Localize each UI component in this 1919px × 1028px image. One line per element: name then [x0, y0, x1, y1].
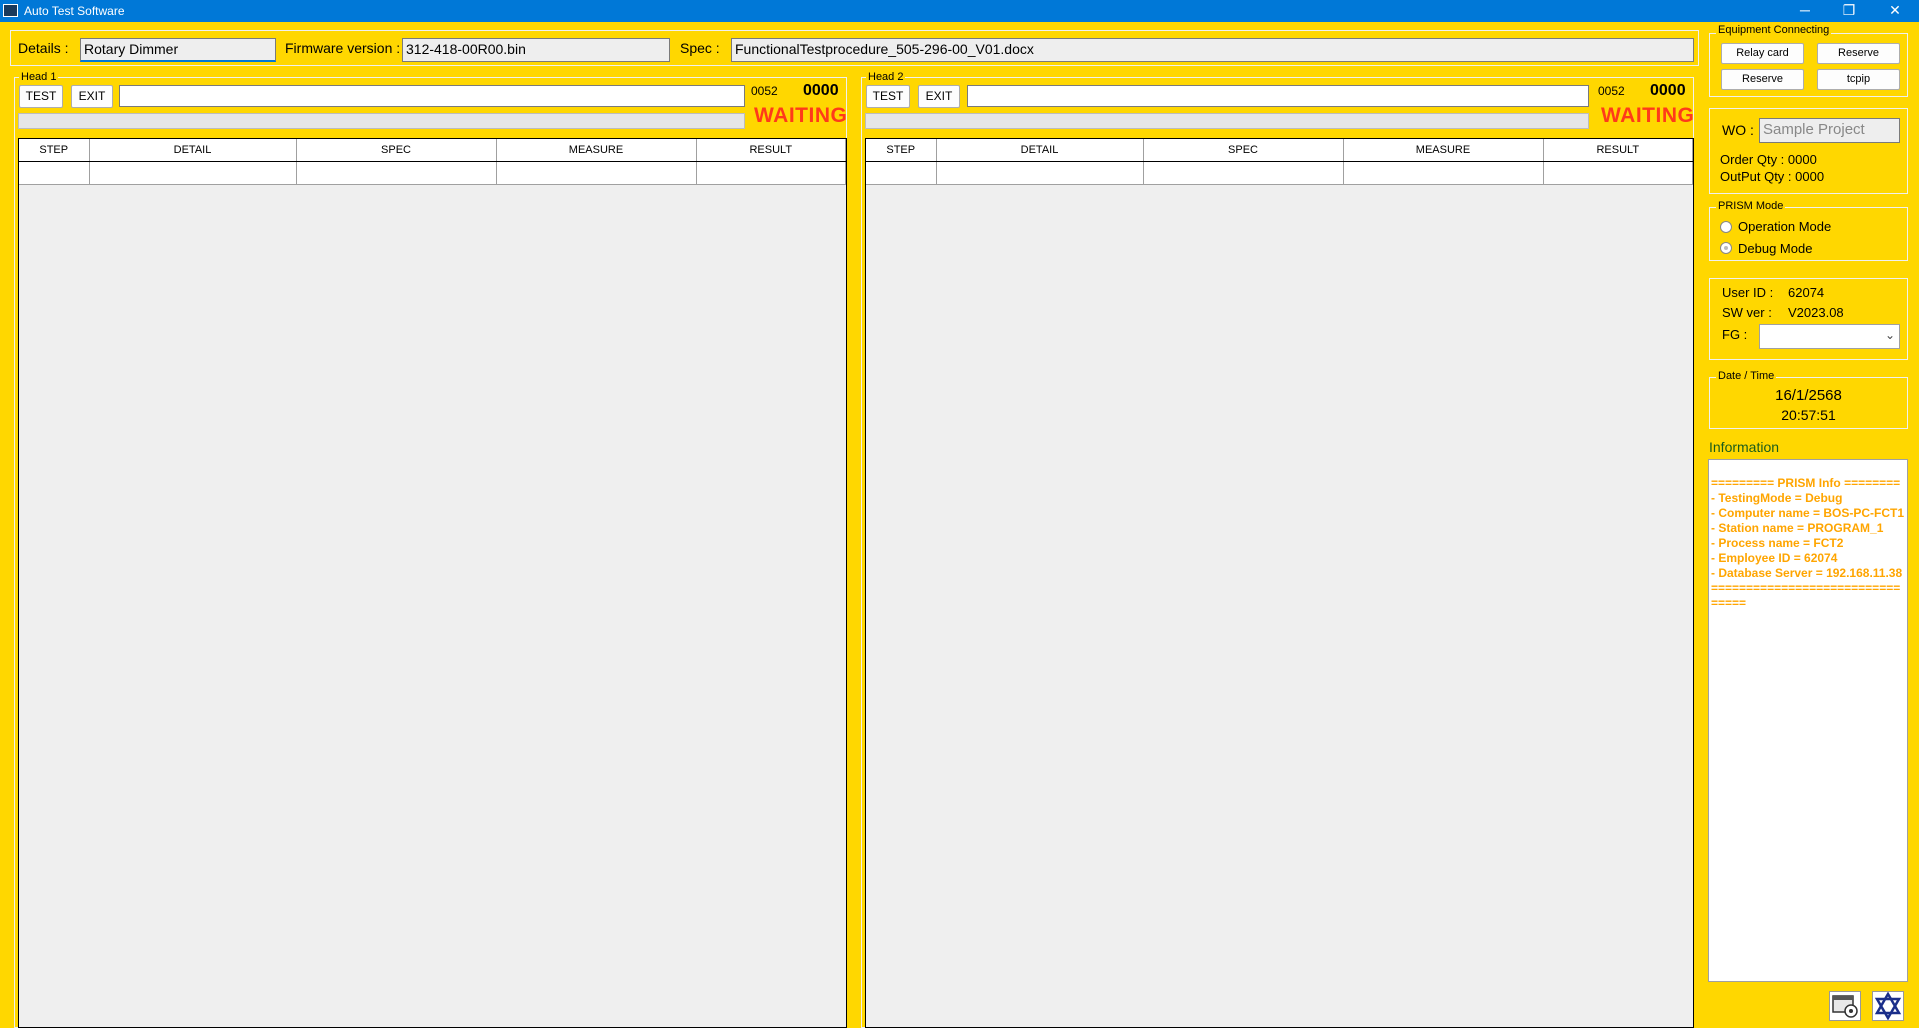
user-id-value: 62074	[1788, 285, 1825, 300]
wo-input[interactable]: Sample Project	[1759, 118, 1900, 143]
title-bar: Auto Test Software ─ ❐ ✕	[0, 0, 1919, 22]
head1-title: Head 1	[19, 71, 59, 83]
table-cell[interactable]	[496, 161, 697, 185]
column-header-spec[interactable]: SPEC	[296, 139, 497, 162]
reserve-button-2[interactable]: Reserve	[1721, 69, 1804, 90]
order-qty: Order Qty : 0000	[1720, 152, 1817, 167]
head1-exit-button[interactable]: EXIT	[71, 85, 113, 108]
column-header-spec[interactable]: SPEC	[1143, 139, 1344, 162]
column-header-measure[interactable]: MEASURE	[496, 139, 697, 162]
table-cell[interactable]	[696, 161, 846, 185]
column-header-measure[interactable]: MEASURE	[1343, 139, 1544, 162]
column-header-result[interactable]: RESULT	[1543, 139, 1693, 162]
table-cell[interactable]	[19, 161, 90, 185]
head2-count: 0000	[1650, 82, 1686, 99]
details-input[interactable]: Rotary Dimmer	[80, 38, 276, 62]
table-cell[interactable]	[1543, 161, 1693, 185]
tcpip-button[interactable]: tcpip	[1817, 69, 1900, 90]
debug-mode-label[interactable]: Debug Mode	[1738, 241, 1812, 256]
information-title: Information	[1709, 439, 1780, 455]
sw-ver-value: V2023.08	[1788, 305, 1844, 320]
settings-window-icon[interactable]	[1829, 991, 1861, 1021]
star-of-david-icon[interactable]	[1872, 991, 1904, 1021]
head1-count: 0000	[803, 82, 839, 99]
details-label: Details :	[18, 40, 69, 56]
table-cell[interactable]	[89, 161, 297, 185]
window-title: Auto Test Software	[24, 4, 125, 18]
head2-test-button[interactable]: TEST	[866, 85, 910, 108]
firmware-label: Firmware version :	[285, 40, 401, 56]
relay-card-button[interactable]: Relay card	[1721, 43, 1804, 64]
head1-status: WAITING	[754, 104, 848, 127]
column-header-result[interactable]: RESULT	[696, 139, 846, 162]
table-cell[interactable]	[936, 161, 1144, 185]
debug-mode-radio[interactable]	[1720, 242, 1732, 254]
table-row[interactable]	[866, 161, 1693, 185]
head2-result-grid[interactable]: STEP DETAIL SPEC MEASURE RESULT	[865, 138, 1694, 1028]
head1-message-input[interactable]	[119, 85, 745, 107]
operation-mode-label[interactable]: Operation Mode	[1738, 219, 1831, 234]
table-cell[interactable]	[296, 161, 497, 185]
wo-label: WO :	[1722, 122, 1754, 138]
head1-progress-bar	[18, 113, 745, 129]
head2-code: 0052	[1598, 84, 1625, 98]
datetime-title: Date / Time	[1716, 370, 1777, 382]
table-cell[interactable]	[1143, 161, 1344, 185]
date-value: 16/1/2568	[1775, 387, 1842, 404]
output-qty: OutPut Qty : 0000	[1720, 169, 1825, 184]
information-textbox[interactable]: ========= PRISM Info ======== - TestingM…	[1708, 459, 1908, 982]
equipment-title: Equipment Connecting	[1716, 24, 1832, 36]
column-header-step[interactable]: STEP	[19, 139, 90, 162]
fg-dropdown[interactable]: ⌄	[1759, 324, 1900, 349]
head2-title: Head 2	[866, 71, 906, 83]
column-header-step[interactable]: STEP	[866, 139, 937, 162]
fg-label: FG :	[1722, 327, 1748, 342]
table-row[interactable]	[19, 161, 846, 185]
maximize-button[interactable]: ❐	[1826, 0, 1872, 22]
firmware-input[interactable]: 312-418-00R00.bin	[402, 38, 670, 62]
reserve-button-1[interactable]: Reserve	[1817, 43, 1900, 64]
prism-mode-title: PRISM Mode	[1716, 200, 1786, 212]
head1-test-button[interactable]: TEST	[19, 85, 63, 108]
chevron-down-icon: ⌄	[1884, 328, 1895, 342]
head2-status: WAITING	[1601, 104, 1695, 127]
app-icon	[3, 4, 18, 17]
head2-message-input[interactable]	[967, 85, 1589, 107]
minimize-button[interactable]: ─	[1782, 0, 1828, 22]
head2-progress-bar	[865, 113, 1589, 129]
table-cell[interactable]	[1343, 161, 1544, 185]
head2-exit-button[interactable]: EXIT	[918, 85, 960, 108]
user-id-label: User ID :	[1722, 285, 1774, 300]
column-header-detail[interactable]: DETAIL	[936, 139, 1144, 162]
spec-label: Spec :	[680, 40, 720, 56]
column-header-detail[interactable]: DETAIL	[89, 139, 297, 162]
operation-mode-radio[interactable]	[1720, 221, 1732, 233]
table-cell[interactable]	[866, 161, 937, 185]
sw-ver-label: SW ver :	[1722, 305, 1772, 320]
spec-input[interactable]: FunctionalTestprocedure_505-296-00_V01.d…	[731, 38, 1694, 62]
close-button[interactable]: ✕	[1872, 0, 1918, 22]
head1-result-grid[interactable]: STEP DETAIL SPEC MEASURE RESULT	[18, 138, 847, 1028]
head1-code: 0052	[751, 84, 778, 98]
time-value: 20:57:51	[1781, 407, 1836, 423]
